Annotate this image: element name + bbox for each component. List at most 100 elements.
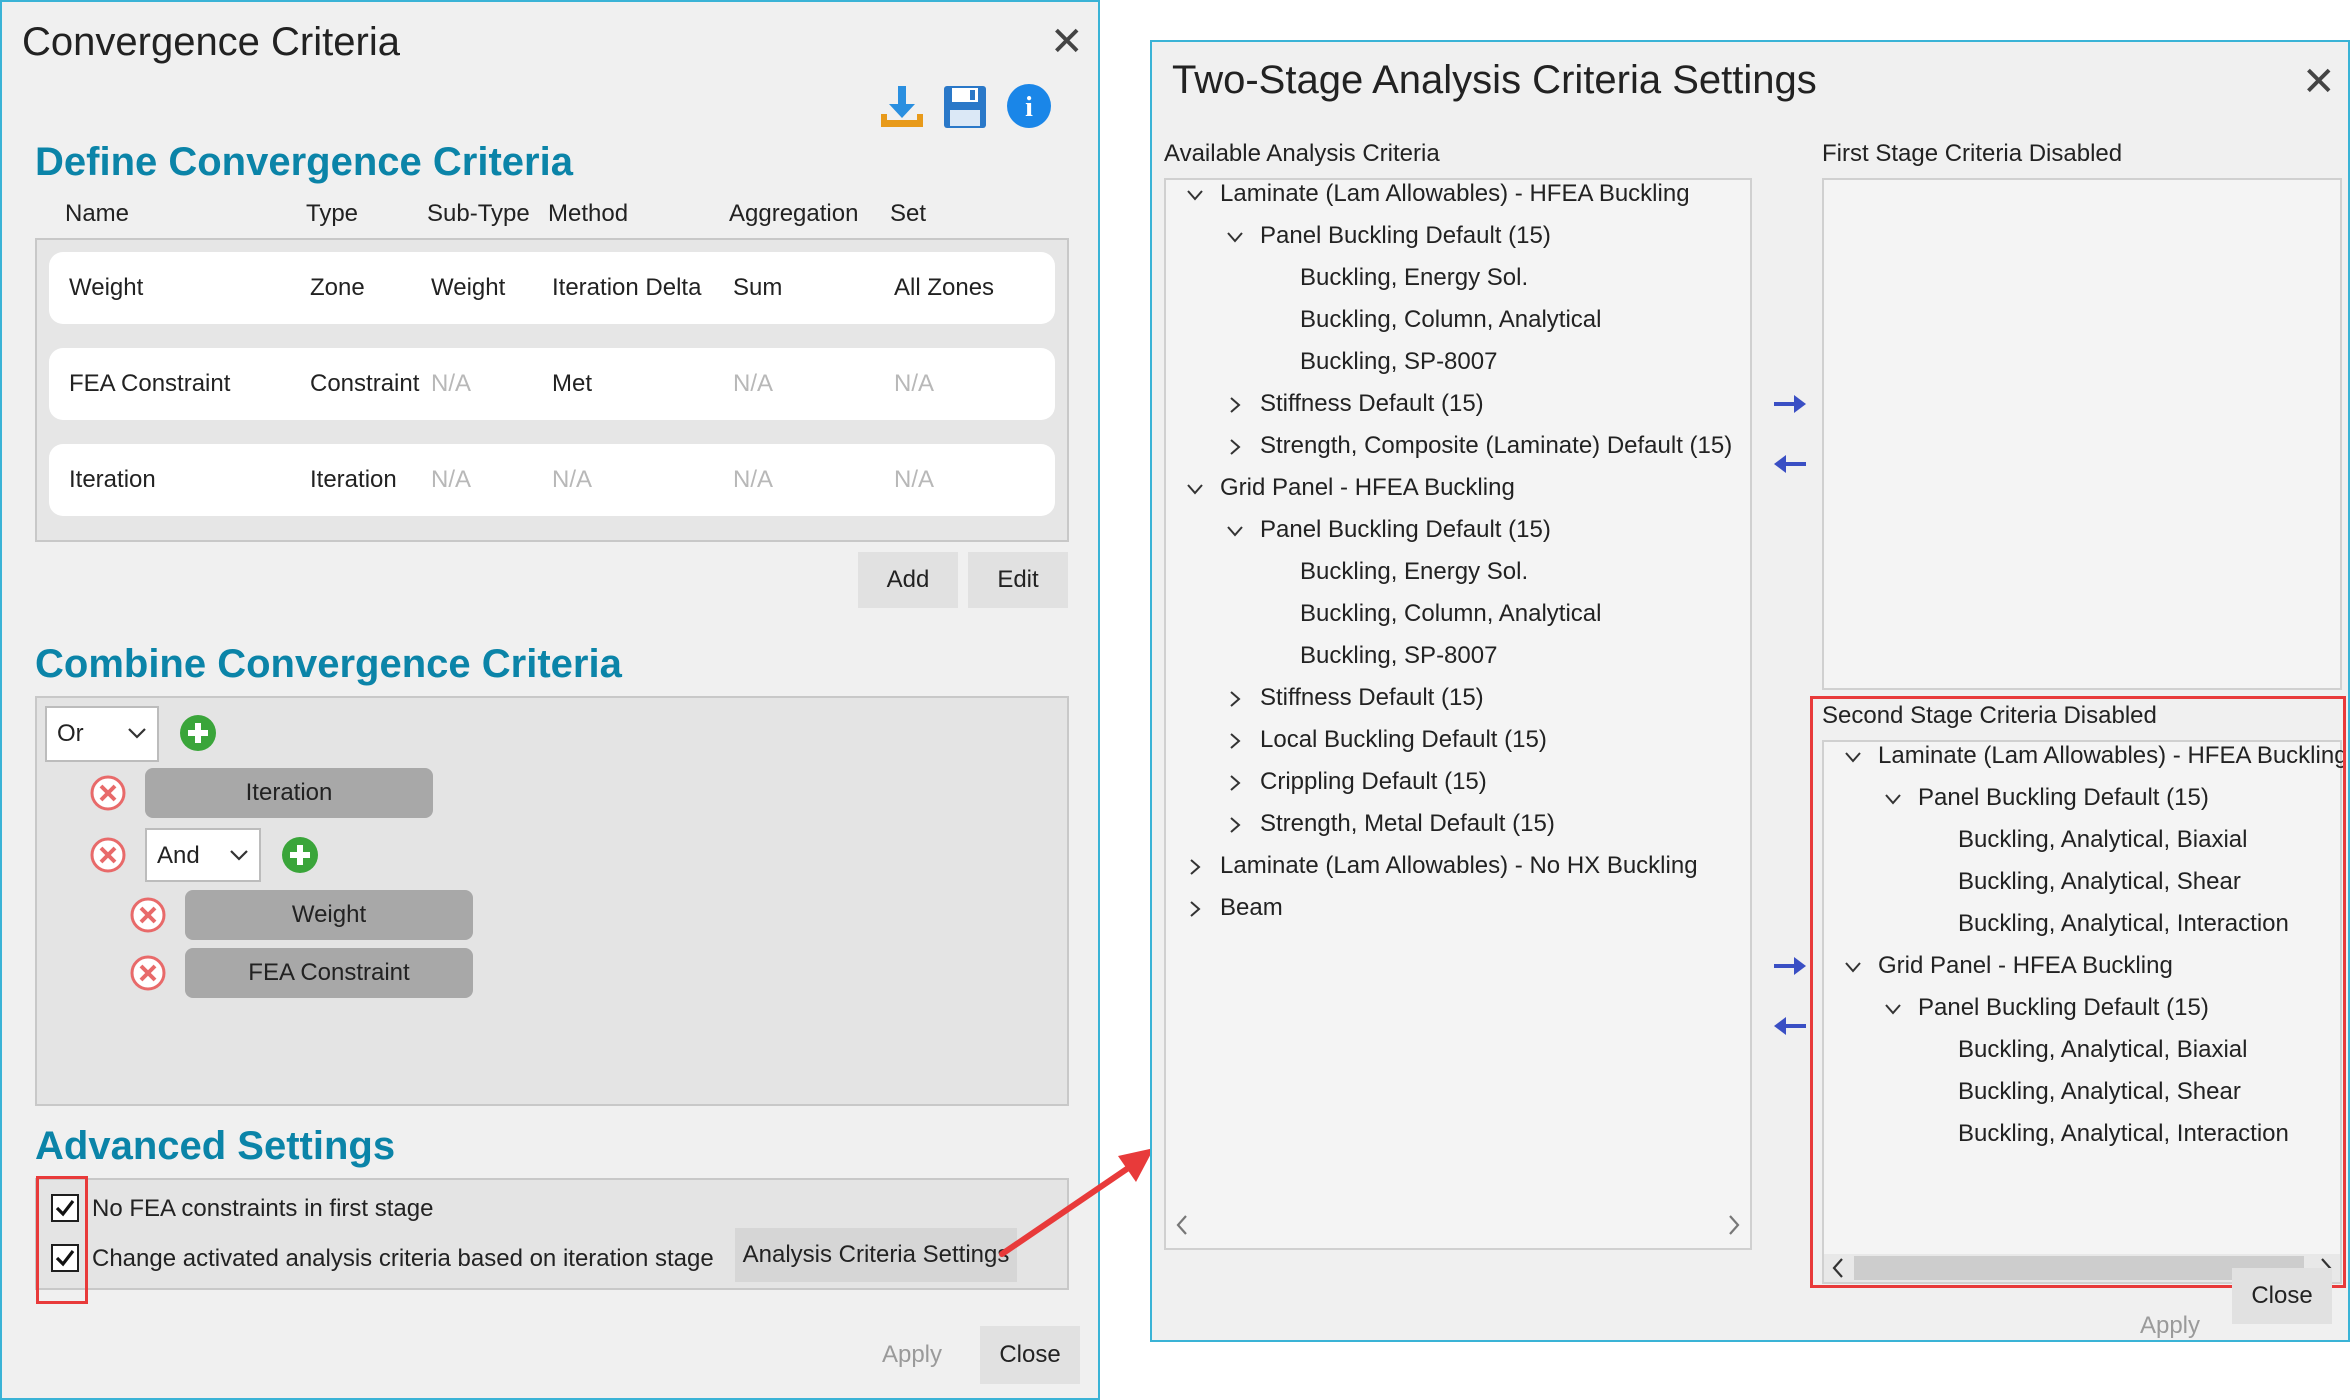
tree-node[interactable]: Panel Buckling Default (15) [1260,222,1551,250]
tree-node[interactable]: Laminate (Lam Allowables) - No HX Buckli… [1220,852,1698,880]
column-header-set: Set [890,200,927,227]
remove-icon[interactable] [129,954,167,992]
chevron-right-icon[interactable] [1226,816,1244,834]
move-left-arrow-icon[interactable] [1772,1014,1808,1038]
tree-node[interactable]: Crippling Default (15) [1260,768,1487,796]
svg-text:i: i [1025,92,1033,123]
table-row[interactable]: FEA Constraint Constraint N/A Met N/A N/… [49,348,1055,420]
add-button[interactable]: Add [858,552,958,608]
info-icon[interactable]: i [1005,82,1053,130]
cell-name: Iteration [69,466,156,493]
add-condition-icon[interactable] [179,714,217,752]
chevron-right-icon[interactable] [1186,900,1204,918]
first-stage-label: First Stage Criteria Disabled [1822,140,2123,167]
callout-arrow [999,1148,1154,1257]
weight-criterion[interactable]: Weight [185,890,473,940]
scroll-right-icon[interactable] [1726,1214,1742,1236]
dialog-title: Convergence Criteria [22,20,400,64]
column-header-method: Method [548,200,629,227]
cell-set: N/A [894,370,935,397]
cell-aggregation: N/A [733,466,774,493]
analysis-criteria-settings-button[interactable]: Analysis Criteria Settings [735,1228,1017,1282]
add-condition-icon[interactable] [281,836,319,874]
tree-node[interactable]: Local Buckling Default (15) [1260,726,1547,754]
cell-method: Met [552,370,593,397]
close-icon[interactable]: ✕ [2302,62,2336,102]
cell-aggregation: Sum [733,274,783,301]
chevron-right-icon[interactable] [1226,396,1244,414]
tree-node[interactable]: Beam [1220,894,1283,922]
cell-subtype: N/A [431,370,472,397]
edit-button[interactable]: Edit [968,552,1068,608]
tree-node[interactable]: Buckling, Energy Sol. [1300,264,1528,292]
apply-button[interactable]: Apply [2120,1298,2220,1354]
iteration-criterion[interactable]: Iteration [145,768,433,818]
table-row[interactable]: Weight Zone Weight Iteration Delta Sum A… [49,252,1055,324]
chevron-right-icon[interactable] [1226,438,1244,456]
cell-set: N/A [894,466,935,493]
save-icon[interactable] [942,84,988,130]
tree-node[interactable]: Buckling, Column, Analytical [1300,306,1601,334]
chevron-down-icon [230,850,248,861]
first-stage-list[interactable] [1822,178,2342,690]
tree-node[interactable]: Buckling, Energy Sol. [1300,558,1528,586]
fea-constraint-criterion[interactable]: FEA Constraint [185,948,473,998]
tree-node[interactable]: Buckling, SP-8007 [1300,642,1497,670]
chevron-right-icon[interactable] [1186,858,1204,876]
close-button[interactable]: Close [980,1326,1080,1384]
tree-node[interactable]: Grid Panel - HFEA Buckling [1220,474,1515,502]
change-criteria-label: Change activated analysis criteria based… [92,1245,714,1272]
column-header-subtype: Sub-Type [427,200,530,227]
cell-name: FEA Constraint [69,370,231,397]
scroll-left-icon[interactable] [1174,1214,1190,1236]
cell-type: Constraint [310,370,420,397]
tree-node[interactable]: Panel Buckling Default (15) [1260,516,1551,544]
or-operator-value: Or [57,720,84,747]
convergence-criteria-dialog: Convergence Criteria ✕ i Define Converge… [0,0,1100,1400]
available-criteria-tree[interactable]: Laminate (Lam Allowables) - HFEA Bucklin… [1164,178,1752,1250]
close-button[interactable]: Close [2232,1268,2332,1324]
remove-icon[interactable] [129,896,167,934]
chevron-right-icon[interactable] [1226,774,1244,792]
remove-icon[interactable] [89,836,127,874]
tree-node[interactable]: Strength, Composite (Laminate) Default (… [1260,432,1732,460]
cell-subtype: Weight [431,274,506,301]
move-left-arrow-icon[interactable] [1772,452,1808,476]
apply-button[interactable]: Apply [862,1326,962,1384]
chevron-right-icon[interactable] [1226,732,1244,750]
move-right-arrow-icon[interactable] [1772,392,1808,416]
dialog-title: Two-Stage Analysis Criteria Settings [1172,58,1817,102]
cell-type: Iteration [310,466,397,493]
tree-node[interactable]: Strength, Metal Default (15) [1260,810,1555,838]
remove-icon[interactable] [89,774,127,812]
chevron-down-icon [128,728,146,739]
chevron-down-icon[interactable] [1186,186,1204,204]
cell-subtype: N/A [431,466,472,493]
cell-type: Zone [310,274,365,301]
close-icon[interactable]: ✕ [1050,22,1084,62]
chevron-down-icon[interactable] [1226,228,1244,246]
or-operator-dropdown[interactable]: Or [45,706,159,762]
and-operator-value: And [157,842,200,869]
chevron-down-icon[interactable] [1186,480,1204,498]
tree-node[interactable]: Stiffness Default (15) [1260,684,1484,712]
available-criteria-label: Available Analysis Criteria [1164,140,1440,167]
criteria-table: Weight Zone Weight Iteration Delta Sum A… [35,238,1069,542]
column-header-type: Type [306,200,359,227]
tree-node[interactable]: Buckling, SP-8007 [1300,348,1497,376]
tree-node[interactable]: Laminate (Lam Allowables) - HFEA Bucklin… [1220,180,1690,208]
cell-method: N/A [552,466,593,493]
tree-node[interactable]: Stiffness Default (15) [1260,390,1484,418]
cell-set: All Zones [894,274,995,301]
checkbox-highlight [36,1176,88,1304]
and-operator-dropdown[interactable]: And [145,828,261,882]
table-row[interactable]: Iteration Iteration N/A N/A N/A N/A [49,444,1055,516]
move-right-arrow-icon[interactable] [1772,954,1808,978]
cell-aggregation: N/A [733,370,774,397]
chevron-right-icon[interactable] [1226,690,1244,708]
define-heading: Define Convergence Criteria [35,140,573,184]
tree-node[interactable]: Buckling, Column, Analytical [1300,600,1601,628]
chevron-down-icon[interactable] [1226,522,1244,540]
combine-heading: Combine Convergence Criteria [35,642,622,686]
download-icon[interactable] [877,82,927,132]
